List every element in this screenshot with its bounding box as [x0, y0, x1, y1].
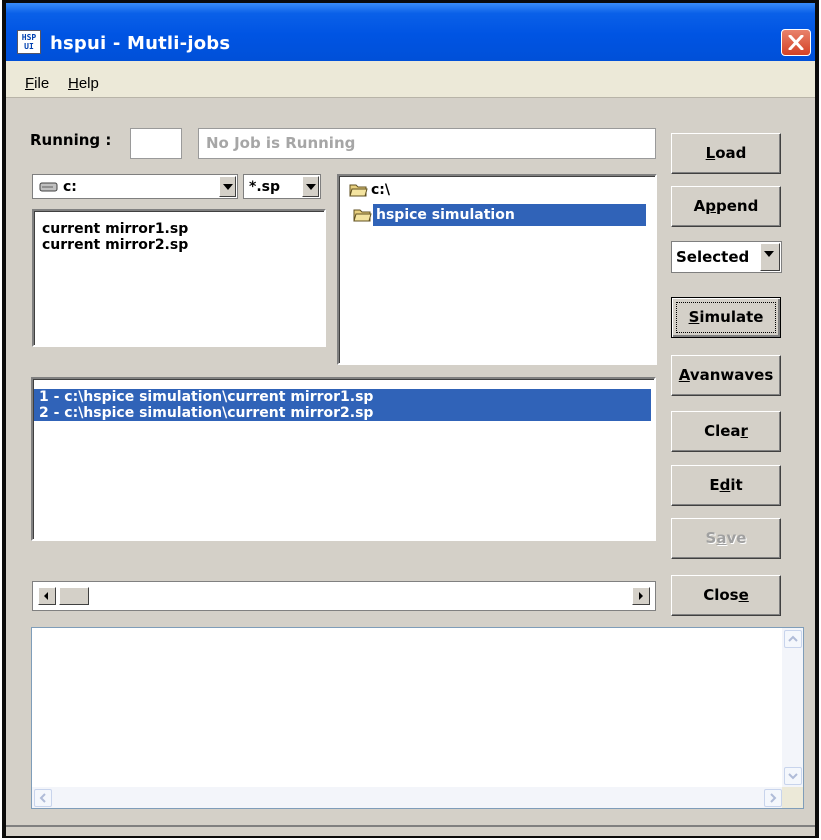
scroll-up-button[interactable]: [784, 630, 802, 648]
open-folder-icon: [349, 184, 368, 197]
avanwaves-button[interactable]: Avanwaves: [671, 355, 781, 396]
running-count-field: [130, 128, 182, 159]
output-textarea[interactable]: [31, 627, 804, 809]
scroll-thumb[interactable]: [59, 587, 89, 605]
drive-select[interactable]: c:: [32, 174, 238, 199]
vertical-scrollbar[interactable]: [782, 628, 803, 787]
bottom-divider: [6, 825, 815, 827]
list-item[interactable]: 2 - c:\hspice simulation\current mirror2…: [34, 405, 651, 421]
menu-help[interactable]: Help: [68, 75, 99, 92]
chevron-down-icon: [788, 773, 798, 780]
list-item[interactable]: current mirror1.sp: [42, 221, 188, 237]
filter-dropdown-arrow[interactable]: [302, 176, 319, 197]
chevron-left-icon: [39, 793, 46, 803]
running-label: Running :: [30, 131, 112, 149]
output-horizontal-scrollbar[interactable]: [32, 787, 784, 808]
main-window: HSP UI hspui - Mutli-jobs File Help Runn…: [6, 3, 815, 836]
horizontal-scrollbar[interactable]: [32, 581, 656, 611]
file-list[interactable]: current mirror1.sp current mirror2.sp: [32, 209, 326, 347]
menu-bar: File Help: [6, 61, 815, 98]
drive-dropdown-arrow[interactable]: [219, 176, 236, 197]
title-bar[interactable]: HSP UI hspui - Mutli-jobs: [6, 3, 815, 61]
focus-rect: [676, 302, 776, 333]
close-window-button[interactable]: [781, 29, 811, 56]
menu-file[interactable]: File: [25, 75, 49, 92]
mode-select[interactable]: Selected: [671, 241, 782, 273]
arrow-left-icon: [44, 592, 48, 600]
tree-item-hspice-simulation[interactable]: hspice simulation: [346, 204, 646, 226]
simulate-button[interactable]: Simulate: [671, 297, 781, 338]
mode-dropdown-arrow[interactable]: [760, 243, 780, 271]
scroll-left-button[interactable]: [34, 789, 52, 807]
scroll-down-button[interactable]: [784, 767, 802, 785]
job-list[interactable]: 1 - c:\hspice simulation\current mirror1…: [31, 377, 656, 541]
chevron-up-icon: [788, 635, 798, 642]
scroll-corner: [782, 787, 803, 808]
folder-tree[interactable]: c:\ hspice simulation: [337, 174, 657, 365]
scroll-right-button[interactable]: [764, 789, 782, 807]
clear-button[interactable]: Clear: [671, 411, 781, 452]
scroll-left-button[interactable]: [38, 587, 56, 605]
close-button[interactable]: Close: [671, 575, 781, 616]
load-button[interactable]: Load: [671, 133, 781, 174]
list-item[interactable]: current mirror2.sp: [42, 237, 188, 253]
app-icon: HSP UI: [17, 30, 41, 54]
scroll-right-button[interactable]: [632, 587, 650, 605]
drive-icon: [39, 182, 58, 192]
list-item[interactable]: 1 - c:\hspice simulation\current mirror1…: [34, 389, 651, 405]
append-button[interactable]: Append: [671, 186, 781, 227]
window-title: hspui - Mutli-jobs: [50, 33, 231, 54]
chevron-right-icon: [770, 793, 777, 803]
open-folder-icon: [353, 209, 372, 222]
edit-button[interactable]: Edit: [671, 465, 781, 506]
close-icon: [788, 35, 804, 50]
job-status-field: No Job is Running: [198, 128, 656, 159]
filter-select[interactable]: *.sp: [243, 174, 321, 199]
save-button[interactable]: Save: [671, 518, 781, 559]
arrow-right-icon: [639, 592, 643, 600]
